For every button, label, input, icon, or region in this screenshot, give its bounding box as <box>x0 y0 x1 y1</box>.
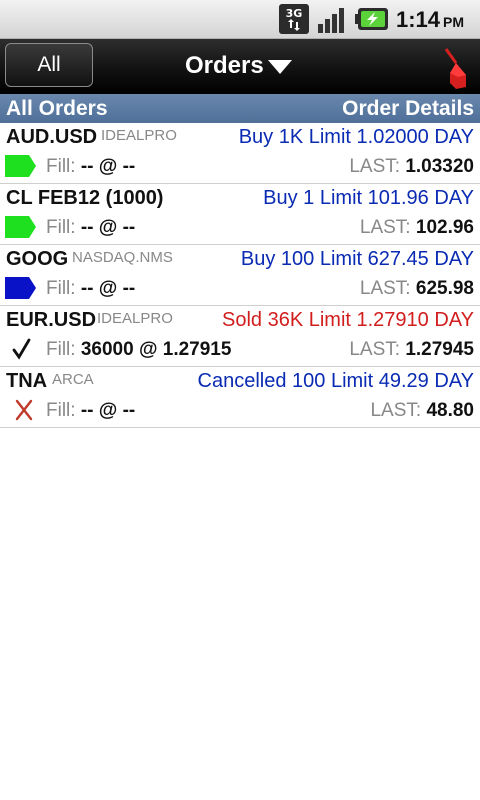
order-exchange: IDEALPRO <box>97 310 173 327</box>
all-orders-heading: All Orders <box>6 97 108 120</box>
title-bar: All Orders <box>0 39 480 94</box>
list-header: All Orders Order Details <box>0 94 480 123</box>
cancelled-x-icon <box>15 399 33 421</box>
order-last-price: LAST: 102.96 <box>359 217 474 238</box>
order-fill: Fill: -- @ -- <box>46 217 136 238</box>
order-exchange: ARCA <box>52 371 94 388</box>
all-filter-button[interactable]: All <box>5 43 93 87</box>
order-fill: Fill: -- @ -- <box>46 156 136 177</box>
order-fill: Fill: 36000 @ 1.27915 <box>46 339 232 360</box>
order-symbol: EUR.USD <box>6 309 97 331</box>
status-bar: 3G 1:14 PM <box>0 0 480 39</box>
order-detail: Buy 100 Limit 627.45 DAY <box>240 248 474 270</box>
order-row[interactable]: EUR.USD IDEALPRO Sold 36K Limit 1.27910 … <box>0 306 480 367</box>
checkmark-icon <box>12 338 31 360</box>
green-tag-icon <box>5 155 36 177</box>
network-3g-icon: 3G <box>279 4 309 34</box>
order-symbol: AUD.USD <box>6 126 98 148</box>
battery-charging-icon <box>355 8 388 30</box>
order-row[interactable]: AUD.USD IDEALPRO Buy 1K Limit 1.02000 DA… <box>0 123 480 184</box>
order-details-heading: Order Details <box>342 97 474 120</box>
order-row[interactable]: CL FEB12 (1000) Buy 1 Limit 101.96 DAY F… <box>0 184 480 245</box>
order-fill: Fill: -- @ -- <box>46 278 136 299</box>
clock: 1:14 PM <box>396 7 465 32</box>
svg-text:3G: 3G <box>286 7 303 20</box>
order-row[interactable]: TNA ARCA Cancelled 100 Limit 49.29 DAY F… <box>0 367 480 428</box>
blue-tag-icon <box>5 277 36 299</box>
order-detail: Sold 36K Limit 1.27910 DAY <box>221 309 474 331</box>
order-exchange: NASDAQ.NMS <box>72 249 173 266</box>
order-symbol: GOOG <box>6 248 69 270</box>
orders-list: AUD.USD IDEALPRO Buy 1K Limit 1.02000 DA… <box>0 123 480 428</box>
brand-logo-icon[interactable] <box>440 43 472 91</box>
order-last-price: LAST: 1.27945 <box>349 339 474 360</box>
order-last-price: LAST: 625.98 <box>359 278 474 299</box>
order-exchange: IDEALPRO <box>101 127 177 144</box>
orders-view-dropdown[interactable]: Orders <box>175 47 305 85</box>
order-last-price: LAST: 1.03320 <box>349 156 474 177</box>
chevron-down-icon <box>268 60 292 74</box>
green-tag-icon <box>5 216 36 238</box>
order-detail: Buy 1K Limit 1.02000 DAY <box>238 126 474 148</box>
signal-strength-icon <box>318 8 344 33</box>
order-symbol: TNA <box>6 370 48 392</box>
order-fill: Fill: -- @ -- <box>46 400 136 421</box>
order-row[interactable]: GOOG NASDAQ.NMS Buy 100 Limit 627.45 DAY… <box>0 245 480 306</box>
order-symbol: CL FEB12 (1000) <box>6 187 164 209</box>
order-last-price: LAST: 48.80 <box>370 400 474 421</box>
order-detail: Cancelled 100 Limit 49.29 DAY <box>197 370 474 392</box>
page-title: Orders <box>185 52 264 79</box>
order-detail: Buy 1 Limit 101.96 DAY <box>263 187 474 209</box>
